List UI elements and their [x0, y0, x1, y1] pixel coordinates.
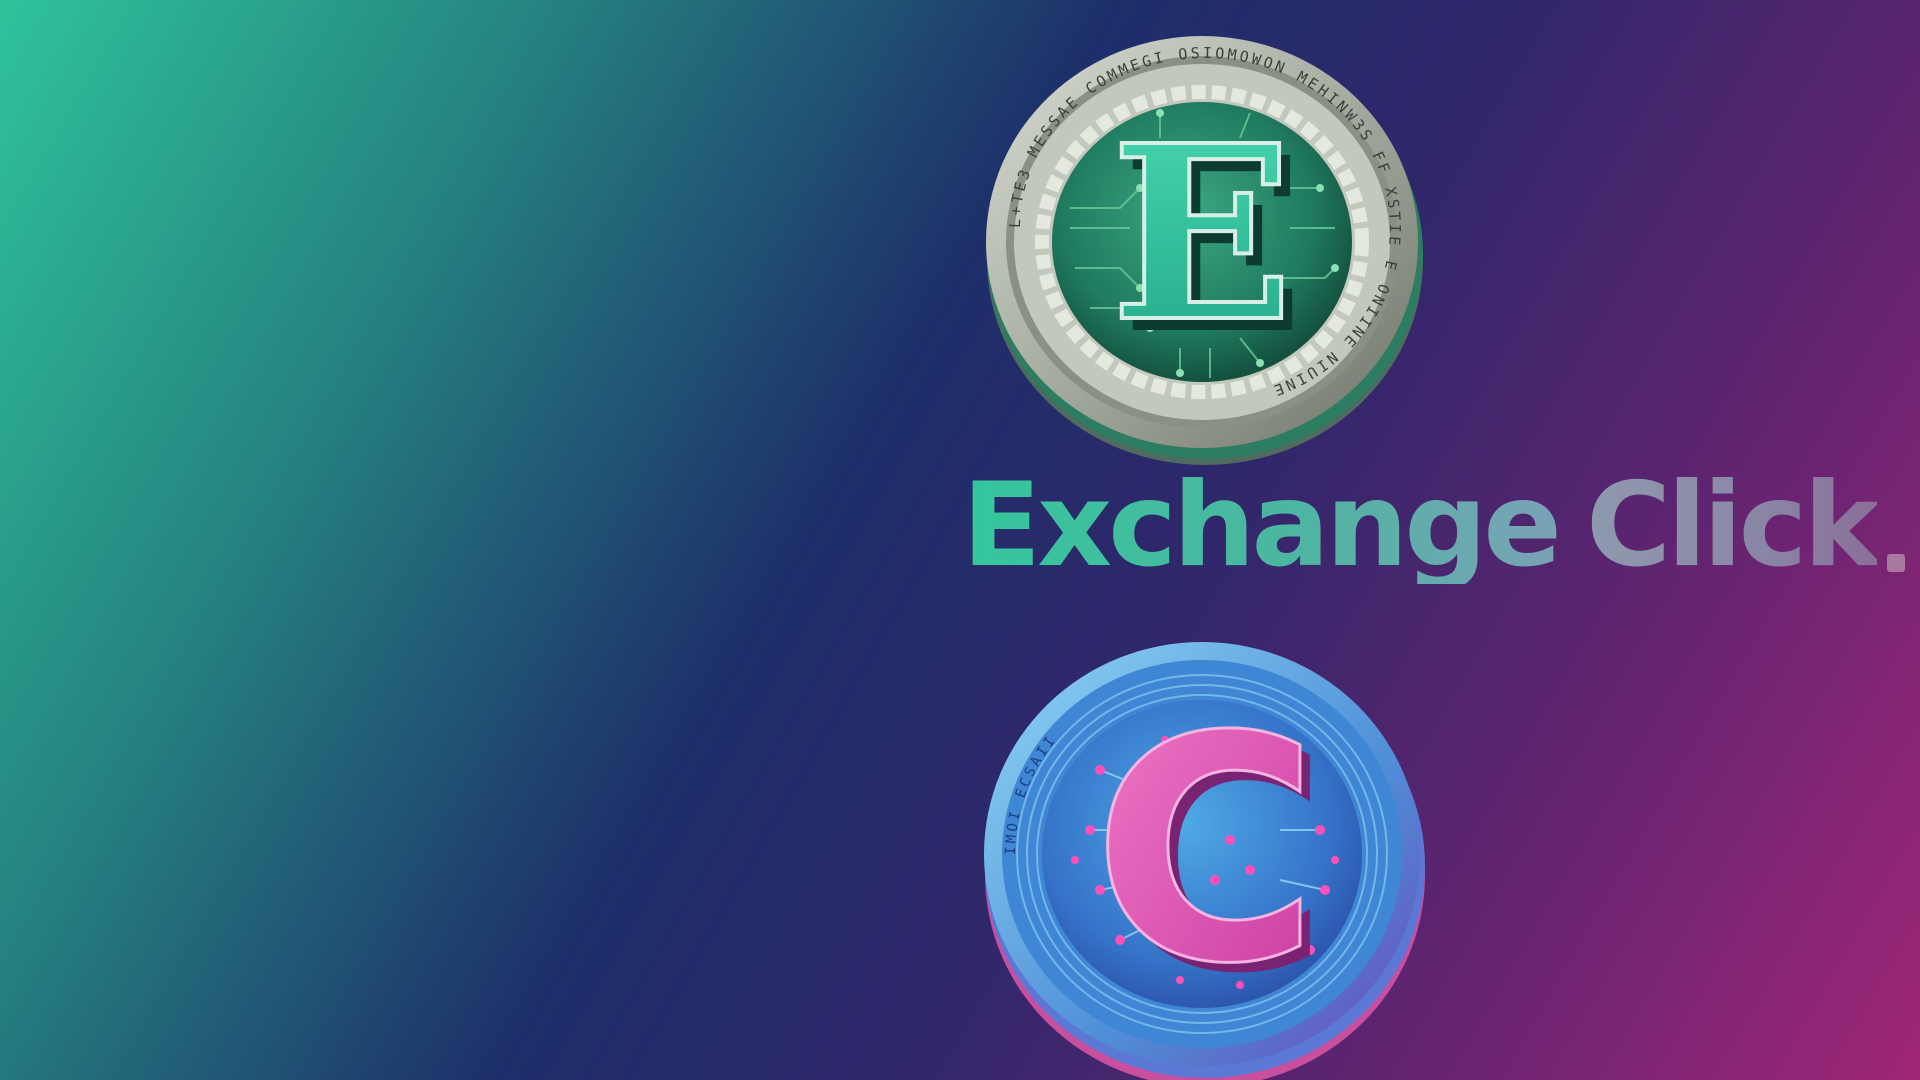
c-coin-letter: C: [1092, 671, 1320, 1032]
brand-logo: Exchange Click: [962, 468, 1905, 584]
hero-scene: L+TE3 MESSAE COMMEGI OSIOMOWON MEHINW3S …: [0, 0, 1920, 1080]
e-coin-letter: E: [1111, 93, 1294, 375]
brand-word-click: Click: [1585, 458, 1881, 593]
c-coin-icon: IMOI ECSAII C C: [984, 642, 1425, 1080]
brand-word-exchange: Exchange: [962, 458, 1562, 593]
brand-dot-icon: [1886, 554, 1905, 572]
e-coin-icon: L+TE3 MESSAE COMMEGI OSIOMOWON MEHINW3S …: [986, 36, 1423, 465]
